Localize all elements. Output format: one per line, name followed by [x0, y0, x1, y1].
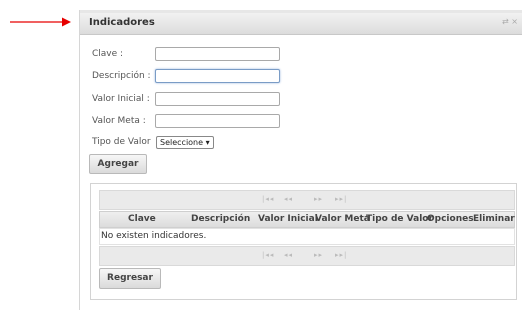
header-window-icon[interactable]: ⇄ ×	[502, 17, 518, 26]
panel-title: Indicadores	[89, 17, 155, 28]
pager-first-icon[interactable]: |◂◂	[262, 195, 274, 203]
column-header-valor-meta[interactable]: Valor Meta	[315, 214, 370, 224]
pager-next-icon[interactable]: ▸▸	[314, 195, 323, 203]
grid-bottom-pager: |◂◂ ◂◂ ▸▸ ▸▸|	[99, 246, 515, 266]
empty-message: No existen indicadores.	[101, 231, 207, 241]
descripcion-label: Descripción :	[92, 71, 151, 81]
annotation-arrow-icon	[10, 17, 71, 27]
pager-first-icon[interactable]: |◂◂	[262, 251, 274, 259]
clave-input[interactable]	[155, 47, 280, 61]
agregar-button[interactable]: Agregar	[89, 154, 147, 174]
regresar-button[interactable]: Regresar	[99, 268, 161, 289]
valor-meta-input[interactable]	[155, 114, 280, 128]
valor-inicial-label: Valor Inicial :	[92, 94, 150, 104]
indicadores-grid: |◂◂ ◂◂ ▸▸ ▸▸| Clave Descripción Valor In…	[90, 183, 517, 300]
column-header-clave[interactable]: Clave	[128, 214, 156, 224]
pager-next-icon[interactable]: ▸▸	[314, 251, 323, 259]
pager-last-icon[interactable]: ▸▸|	[335, 251, 347, 259]
valor-inicial-input[interactable]	[155, 92, 280, 106]
column-header-opciones[interactable]: Opciones	[427, 214, 474, 224]
column-header-eliminar[interactable]: Eliminar	[473, 214, 515, 224]
panel-header: Indicadores ⇄ ×	[80, 13, 522, 35]
descripcion-input[interactable]	[155, 69, 280, 83]
tipo-valor-select[interactable]: Seleccione ▾	[156, 136, 214, 149]
column-header-descripcion[interactable]: Descripción	[191, 214, 250, 224]
pager-prev-icon[interactable]: ◂◂	[284, 195, 293, 203]
grid-top-pager: |◂◂ ◂◂ ▸▸ ▸▸|	[99, 190, 515, 210]
clave-label: Clave :	[92, 49, 124, 59]
column-header-tipo-valor[interactable]: Tipo de Valor	[366, 214, 433, 224]
empty-row: No existen indicadores.	[99, 228, 515, 245]
column-header-valor-inicial[interactable]: Valor Inicial	[258, 214, 318, 224]
indicadores-panel: Indicadores ⇄ × Clave : Descripción : Va…	[79, 10, 522, 310]
pager-prev-icon[interactable]: ◂◂	[284, 251, 293, 259]
pager-last-icon[interactable]: ▸▸|	[335, 195, 347, 203]
grid-header-row: Clave Descripción Valor Inicial Valor Me…	[99, 211, 515, 228]
valor-meta-label: Valor Meta :	[92, 116, 146, 126]
tipo-valor-label: Tipo de Valor	[92, 137, 151, 147]
